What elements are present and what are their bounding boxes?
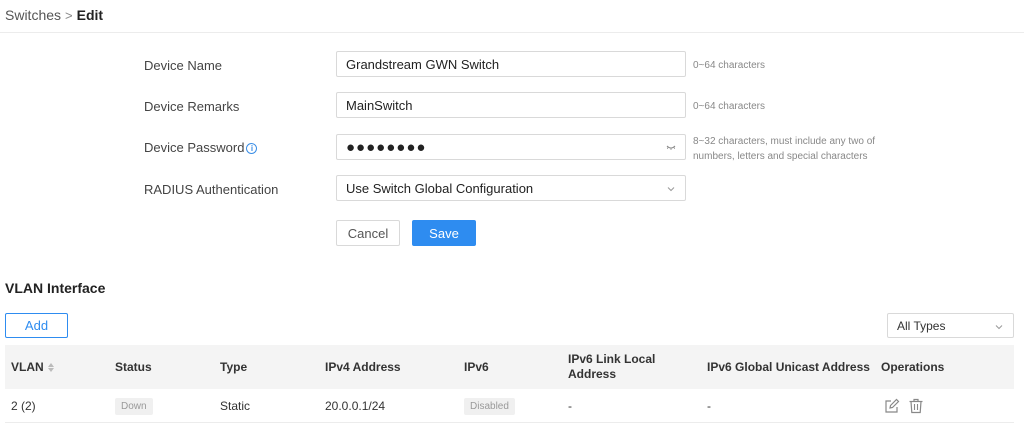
device-name-value: Grandstream GWN Switch <box>346 56 500 72</box>
device-remarks-value: MainSwitch <box>346 97 413 113</box>
device-password-label: Device Password <box>144 140 245 155</box>
radius-label: RADIUS Authentication <box>144 182 279 197</box>
type-filter-select[interactable]: All Types <box>887 313 1014 338</box>
device-remarks-hint: 0~64 characters <box>693 101 765 112</box>
cell-vlan: 2 (2) <box>11 399 36 413</box>
radius-select[interactable]: Use Switch Global Configuration <box>336 175 686 201</box>
breadcrumb-separator: > <box>65 7 73 23</box>
header-divider <box>0 32 1024 33</box>
chevron-down-icon <box>667 187 675 192</box>
edit-icon[interactable] <box>884 398 900 414</box>
column-type: Type <box>220 359 248 374</box>
info-circle-icon[interactable]: i <box>246 143 258 155</box>
breadcrumb-switches-link[interactable]: Switches <box>5 7 61 23</box>
cancel-button[interactable]: Cancel <box>336 220 400 246</box>
cell-ipv6-global-unicast: - <box>707 399 711 413</box>
column-ipv6: IPv6 <box>464 359 489 374</box>
column-status: Status <box>115 359 152 374</box>
ipv6-badge: Disabled <box>464 397 515 415</box>
device-password-hint-line1: 8~32 characters, must include any two of <box>693 136 876 147</box>
device-name-input[interactable]: Grandstream GWN Switch <box>336 51 686 77</box>
breadcrumb-current: Edit <box>76 7 104 23</box>
save-button[interactable]: Save <box>412 220 476 246</box>
cell-ipv4: 20.0.0.1/24 <box>325 399 386 413</box>
device-remarks-label: Device Remarks <box>144 99 240 114</box>
table-row: 2 (2) Down Static 20.0.0.1/24 Disabled -… <box>5 389 1014 423</box>
device-password-hint-line2: numbers, letters and special characters <box>693 151 868 162</box>
column-ipv4: IPv4 Address <box>325 359 401 374</box>
column-vlan[interactable]: VLAN <box>11 345 54 389</box>
cell-ipv6: Disabled <box>464 389 515 423</box>
device-password-value: ●●●●●●●● <box>346 138 427 156</box>
cell-ipv6-link-local: - <box>568 399 572 413</box>
device-remarks-input[interactable]: MainSwitch <box>336 92 686 118</box>
device-password-input[interactable]: ●●●●●●●● <box>336 134 686 160</box>
add-vlan-button[interactable]: Add <box>5 313 68 338</box>
status-badge: Down <box>115 397 153 415</box>
device-name-label: Device Name <box>144 58 223 73</box>
column-ipv6-global-unicast: IPv6 Global Unicast Address <box>707 359 870 374</box>
device-name-hint: 0~64 characters <box>693 60 765 71</box>
chevron-down-icon <box>995 325 1003 330</box>
radius-value: Use Switch Global Configuration <box>346 180 534 196</box>
vlan-section-title: VLAN Interface <box>5 280 106 296</box>
cell-operations <box>884 389 932 423</box>
column-ipv6-link-local: IPv6 Link Local Address <box>568 352 656 381</box>
eye-closed-icon[interactable] <box>666 143 676 151</box>
type-filter-value: All Types <box>897 318 946 333</box>
table-header: VLAN Status Type IPv4 Address IPv6 IPv6 … <box>5 345 1014 389</box>
cell-type: Static <box>220 399 251 413</box>
column-vlan-label: VLAN <box>11 359 44 374</box>
trash-icon[interactable] <box>908 398 924 414</box>
column-operations: Operations <box>881 359 945 374</box>
sort-icon[interactable] <box>47 362 54 372</box>
device-password-hint: 8~32 characters, must include any two of… <box>693 134 875 164</box>
device-password-label-group: Device Password i <box>144 140 258 155</box>
cell-status: Down <box>115 389 153 423</box>
breadcrumb: Switches > Edit <box>5 7 103 23</box>
